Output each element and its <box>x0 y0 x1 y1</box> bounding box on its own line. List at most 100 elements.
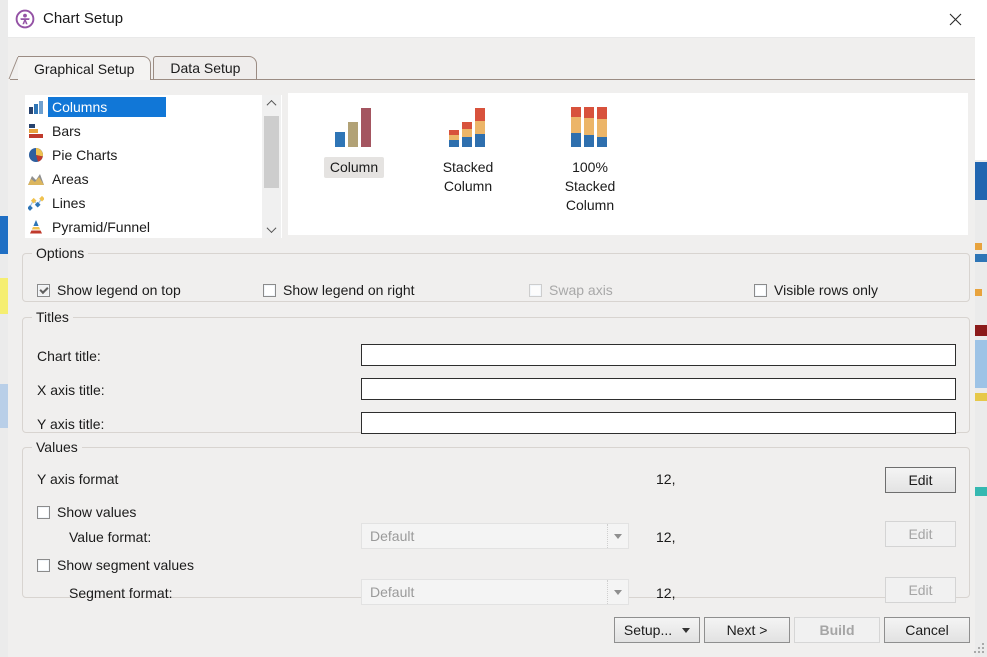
list-item-areas[interactable]: Areas <box>25 167 282 191</box>
tab-label: Data Setup <box>170 60 240 76</box>
checkbox-icon <box>37 284 50 297</box>
screen: Chart Setup Graphical Setup Data Setup <box>0 0 987 657</box>
pyramid-icon <box>28 219 44 235</box>
tab-data-setup[interactable]: Data Setup <box>153 56 257 79</box>
options-group-title: Options <box>32 245 88 261</box>
list-scrollbar[interactable] <box>262 95 281 238</box>
background-fragment <box>975 340 987 388</box>
segment-format-edit-button: Edit <box>885 577 956 603</box>
chart-type-label: 100% Stacked Column <box>540 157 640 216</box>
checkbox-label: Show legend on right <box>283 282 415 298</box>
list-item-lines[interactable]: Lines <box>25 191 282 215</box>
checkbox-label: Show segment values <box>57 557 194 573</box>
chevron-down-icon <box>682 628 690 633</box>
segment-format-selected: Default <box>362 584 607 600</box>
checkbox-label: Swap axis <box>549 282 613 298</box>
scroll-down-button[interactable] <box>262 221 281 238</box>
values-group-title: Values <box>32 439 82 455</box>
tab-label: Graphical Setup <box>34 61 134 77</box>
y-axis-format-label: Y axis format <box>37 471 118 487</box>
list-item-label: Bars <box>48 121 85 141</box>
x-axis-title-label: X axis title: <box>37 382 105 398</box>
checkbox-icon <box>529 284 542 297</box>
checkbox-icon <box>37 559 50 572</box>
background-fragment <box>975 289 982 296</box>
titles-group-title: Titles <box>32 309 73 325</box>
background-fragment <box>0 278 8 314</box>
stacked-column-chart-icon <box>446 105 490 149</box>
y-axis-format-edit-button[interactable]: Edit <box>885 467 956 493</box>
segment-format-dropdown: Default <box>361 579 629 605</box>
chart-setup-dialog: Chart Setup Graphical Setup Data Setup <box>8 0 975 657</box>
list-item-pie-charts[interactable]: Pie Charts <box>25 143 282 167</box>
scroll-up-button[interactable] <box>262 95 281 112</box>
list-item-label: Pyramid/Funnel <box>48 217 154 237</box>
value-format-code: 12, <box>656 529 675 545</box>
scrollbar-thumb[interactable] <box>264 116 279 188</box>
app-logo-icon <box>15 9 35 29</box>
close-icon <box>949 13 962 26</box>
background-fragment <box>975 243 982 250</box>
checkbox-show-legend-on-right[interactable]: Show legend on right <box>263 282 415 298</box>
y-axis-title-input[interactable] <box>361 412 956 434</box>
checkbox-show-values[interactable]: Show values <box>37 504 136 520</box>
tab-strip: Graphical Setup Data Setup <box>10 56 975 80</box>
chart-title-label: Chart title: <box>37 348 101 364</box>
segment-format-code: 12, <box>656 585 675 601</box>
lines-icon <box>28 195 44 211</box>
checkbox-visible-rows-only[interactable]: Visible rows only <box>754 282 878 298</box>
title-bar[interactable]: Chart Setup <box>8 0 975 38</box>
background-fragment <box>975 162 987 200</box>
tab-graphical-setup[interactable]: Graphical Setup <box>18 56 151 80</box>
close-button[interactable] <box>939 3 971 35</box>
resize-grip[interactable] <box>973 642 985 654</box>
checkbox-icon <box>263 284 276 297</box>
checkbox-icon <box>754 284 767 297</box>
list-item-label: Columns <box>48 97 166 117</box>
x-axis-title-input[interactable] <box>361 378 956 400</box>
background-fragment <box>975 0 987 160</box>
list-item-columns[interactable]: Columns <box>25 95 282 119</box>
chevron-down-icon <box>267 223 277 233</box>
chart-type-label: Stacked Column <box>418 157 518 197</box>
setup-button[interactable]: Setup... <box>614 617 700 643</box>
next-button[interactable]: Next > <box>704 617 790 643</box>
list-item-bars[interactable]: Bars <box>25 119 282 143</box>
areas-icon <box>28 171 44 187</box>
checkbox-show-segment-values[interactable]: Show segment values <box>37 557 194 573</box>
cancel-button-label: Cancel <box>905 622 949 638</box>
column-chart-icon <box>332 105 376 149</box>
y-axis-format-code: 12, <box>656 471 675 487</box>
chart-type-stacked-column[interactable]: Stacked Column <box>418 101 518 235</box>
columns-icon <box>28 99 44 115</box>
value-format-label: Value format: <box>69 529 151 545</box>
chart-title-input[interactable] <box>361 344 956 366</box>
background-fragment <box>0 216 8 254</box>
value-format-dropdown: Default <box>361 523 629 549</box>
window-title: Chart Setup <box>43 10 123 27</box>
checkbox-icon <box>37 506 50 519</box>
next-button-label: Next > <box>727 622 768 638</box>
value-format-selected: Default <box>362 528 607 544</box>
values-group: Values Y axis format 12, Edit Show value… <box>22 439 970 598</box>
list-item-pyramid-funnel[interactable]: Pyramid/Funnel <box>25 215 282 239</box>
chart-type-100-stacked-column[interactable]: 100% Stacked Column <box>532 101 648 235</box>
list-item-label: Areas <box>48 169 93 189</box>
titles-group: Titles Chart title: X axis title: Y axis… <box>22 309 970 433</box>
build-button: Build <box>794 617 880 643</box>
list-item-label: Lines <box>48 193 89 213</box>
background-right-strip <box>975 0 987 657</box>
setup-button-label: Setup... <box>624 622 672 638</box>
background-fragment <box>975 254 987 262</box>
chart-type-column[interactable]: Column <box>304 101 404 235</box>
chart-type-label: Column <box>324 157 384 178</box>
build-button-label: Build <box>820 622 855 638</box>
options-group: Options Show legend on top Show legend o… <box>22 245 970 302</box>
chart-family-list[interactable]: Columns Bars Pie Charts <box>25 95 282 238</box>
cancel-button[interactable]: Cancel <box>884 617 970 643</box>
checkbox-swap-axis: Swap axis <box>529 282 613 298</box>
list-item-label: Pie Charts <box>48 145 121 165</box>
chevron-up-icon <box>267 100 277 110</box>
background-fragment <box>975 325 987 336</box>
checkbox-show-legend-on-top[interactable]: Show legend on top <box>37 282 181 298</box>
